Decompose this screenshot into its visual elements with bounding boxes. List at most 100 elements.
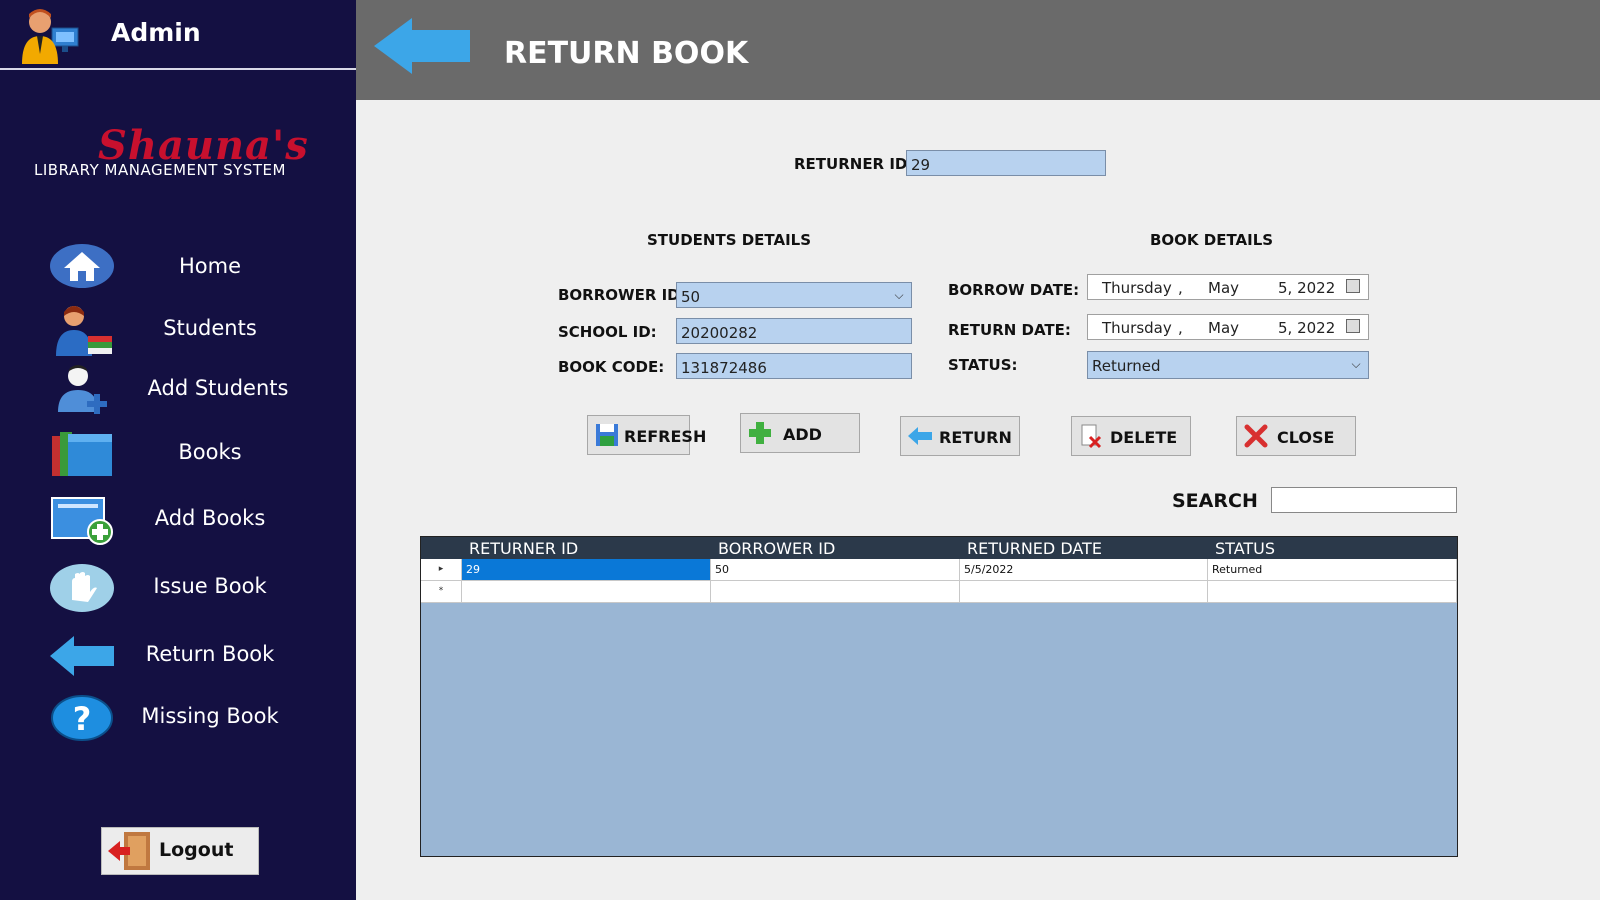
sidebar-item-label: Add Books xyxy=(154,506,266,530)
close-icon xyxy=(1244,424,1268,448)
question-icon: ? xyxy=(51,695,113,741)
students-details-heading: STUDENTS DETAILS xyxy=(647,231,812,249)
return-button[interactable]: RETURN xyxy=(900,416,1020,456)
return-date-month: May xyxy=(1208,319,1240,337)
cell-empty[interactable] xyxy=(1208,581,1457,602)
return-date-label: RETURN DATE: xyxy=(948,321,1071,339)
delete-button[interactable]: DELETE xyxy=(1071,416,1191,456)
book-code-field[interactable]: 131872486 xyxy=(676,353,912,379)
return-date-sep: , xyxy=(1178,319,1183,337)
cell-returner-id[interactable]: 29 xyxy=(462,559,711,580)
school-id-label: SCHOOL ID: xyxy=(558,323,657,341)
status-value: Returned xyxy=(1092,357,1161,375)
new-row[interactable]: * xyxy=(421,581,1457,603)
home-icon xyxy=(50,244,114,288)
borrower-id-combobox[interactable]: 50 ⌵ xyxy=(676,282,912,308)
borrower-id-value: 50 xyxy=(681,288,701,306)
sidebar-item-add-books[interactable]: Add Books xyxy=(0,492,356,552)
page-title: RETURN BOOK xyxy=(504,36,749,71)
svg-text:?: ? xyxy=(73,700,92,738)
delete-label: DELETE xyxy=(1110,428,1178,447)
borrower-id-label: BORROWER ID: xyxy=(558,286,686,304)
cell-borrower-id[interactable]: 50 xyxy=(711,559,960,580)
plus-icon xyxy=(749,422,771,444)
status-label: STATUS: xyxy=(948,356,1018,374)
students-icon xyxy=(56,306,112,356)
chevron-down-icon[interactable]: ⌵ xyxy=(891,288,907,304)
delete-document-icon xyxy=(1081,424,1102,449)
hand-icon xyxy=(50,564,114,612)
refresh-label: REFRESH xyxy=(624,427,707,446)
logout-door-icon xyxy=(108,832,150,870)
return-date-date: 5, 2022 xyxy=(1278,319,1336,337)
column-header[interactable]: RETURNED DATE xyxy=(967,539,1102,558)
column-header[interactable]: STATUS xyxy=(1215,539,1275,558)
back-arrow-icon xyxy=(50,636,114,676)
sidebar-item-label: Books xyxy=(178,440,242,464)
sidebar-item-students[interactable]: Students xyxy=(0,302,356,362)
cell-empty[interactable] xyxy=(711,581,960,602)
return-date-day: Thursday xyxy=(1102,319,1172,337)
column-header[interactable]: RETURNER ID xyxy=(469,539,578,558)
sidebar-item-issue-book[interactable]: Issue Book xyxy=(0,560,356,620)
borrow-date-date: 5, 2022 xyxy=(1278,279,1336,297)
search-input[interactable] xyxy=(1271,487,1457,513)
grid-header: RETURNER ID BORROWER ID RETURNED DATE ST… xyxy=(421,537,1457,559)
sidebar-item-label: Students xyxy=(163,316,257,340)
borrow-date-picker[interactable]: Thursday , May 5, 2022 xyxy=(1087,274,1369,300)
sidebar-item-label: Add Students xyxy=(147,376,289,400)
sidebar-item-label: Missing Book xyxy=(141,704,279,728)
return-label: RETURN xyxy=(939,428,1012,447)
school-id-field[interactable]: 20200282 xyxy=(676,318,912,344)
back-arrow-icon xyxy=(908,427,932,445)
cell-empty[interactable] xyxy=(960,581,1208,602)
borrow-date-label: BORROW DATE: xyxy=(948,281,1080,299)
add-student-icon xyxy=(58,365,107,414)
row-selector-icon[interactable]: ▸ xyxy=(421,559,462,580)
header: RETURN BOOK xyxy=(356,0,1600,100)
book-details-heading: BOOK DETAILS xyxy=(1150,231,1274,249)
returner-id-label: RETURNER ID xyxy=(794,155,908,173)
calendar-icon[interactable] xyxy=(1346,279,1360,293)
add-label: ADD xyxy=(783,425,822,444)
admin-avatar-icon xyxy=(22,9,79,64)
sidebar-item-home[interactable]: Home xyxy=(0,240,356,300)
returns-grid[interactable]: RETURNER ID BORROWER ID RETURNED DATE ST… xyxy=(420,536,1458,857)
admin-title: Admin xyxy=(111,18,201,47)
cell-returned-date[interactable]: 5/5/2022 xyxy=(960,559,1208,580)
borrow-date-day: Thursday xyxy=(1102,279,1172,297)
sidebar-item-books[interactable]: Books xyxy=(0,426,356,486)
back-arrow-icon[interactable] xyxy=(372,16,472,76)
refresh-button[interactable]: REFRESH xyxy=(587,415,706,455)
add-books-icon xyxy=(51,497,113,545)
library-logo: Shauna's LIBRARY MANAGEMENT SYSTEM xyxy=(30,122,330,186)
sidebar-item-missing-book[interactable]: ? Missing Book xyxy=(0,690,356,750)
returner-id-field[interactable]: 29 xyxy=(906,150,1106,176)
sidebar-item-label: Return Book xyxy=(145,642,275,666)
sidebar-item-add-students[interactable]: Add Students xyxy=(0,362,356,422)
book-code-label: BOOK CODE: xyxy=(558,358,665,376)
sidebar: Admin Shauna's LIBRARY MANAGEMENT SYSTEM… xyxy=(0,0,356,900)
save-disk-icon xyxy=(596,424,618,446)
sidebar-item-label: Issue Book xyxy=(153,574,267,598)
return-date-picker[interactable]: Thursday , May 5, 2022 xyxy=(1087,314,1369,340)
logout-button[interactable]: Logout xyxy=(101,827,259,875)
close-button[interactable]: CLOSE xyxy=(1236,416,1356,456)
sidebar-item-return-book[interactable]: Return Book xyxy=(0,628,356,688)
add-button[interactable]: ADD xyxy=(740,413,860,453)
cell-status[interactable]: Returned xyxy=(1208,559,1457,580)
column-header[interactable]: BORROWER ID xyxy=(718,539,835,558)
admin-bar: Admin xyxy=(0,0,356,70)
books-icon xyxy=(52,432,112,476)
cell-empty[interactable] xyxy=(462,581,711,602)
chevron-down-icon[interactable]: ⌵ xyxy=(1348,357,1364,373)
borrow-date-month: May xyxy=(1208,279,1240,297)
new-row-marker-icon[interactable]: * xyxy=(421,581,462,602)
calendar-icon[interactable] xyxy=(1346,319,1360,333)
table-row[interactable]: ▸ 29 50 5/5/2022 Returned xyxy=(421,559,1457,581)
status-combobox[interactable]: Returned ⌵ xyxy=(1087,351,1369,379)
close-label: CLOSE xyxy=(1277,428,1335,447)
borrow-date-sep: , xyxy=(1178,279,1183,297)
search-label: SEARCH xyxy=(1172,490,1258,512)
sidebar-item-label: Home xyxy=(178,254,241,278)
